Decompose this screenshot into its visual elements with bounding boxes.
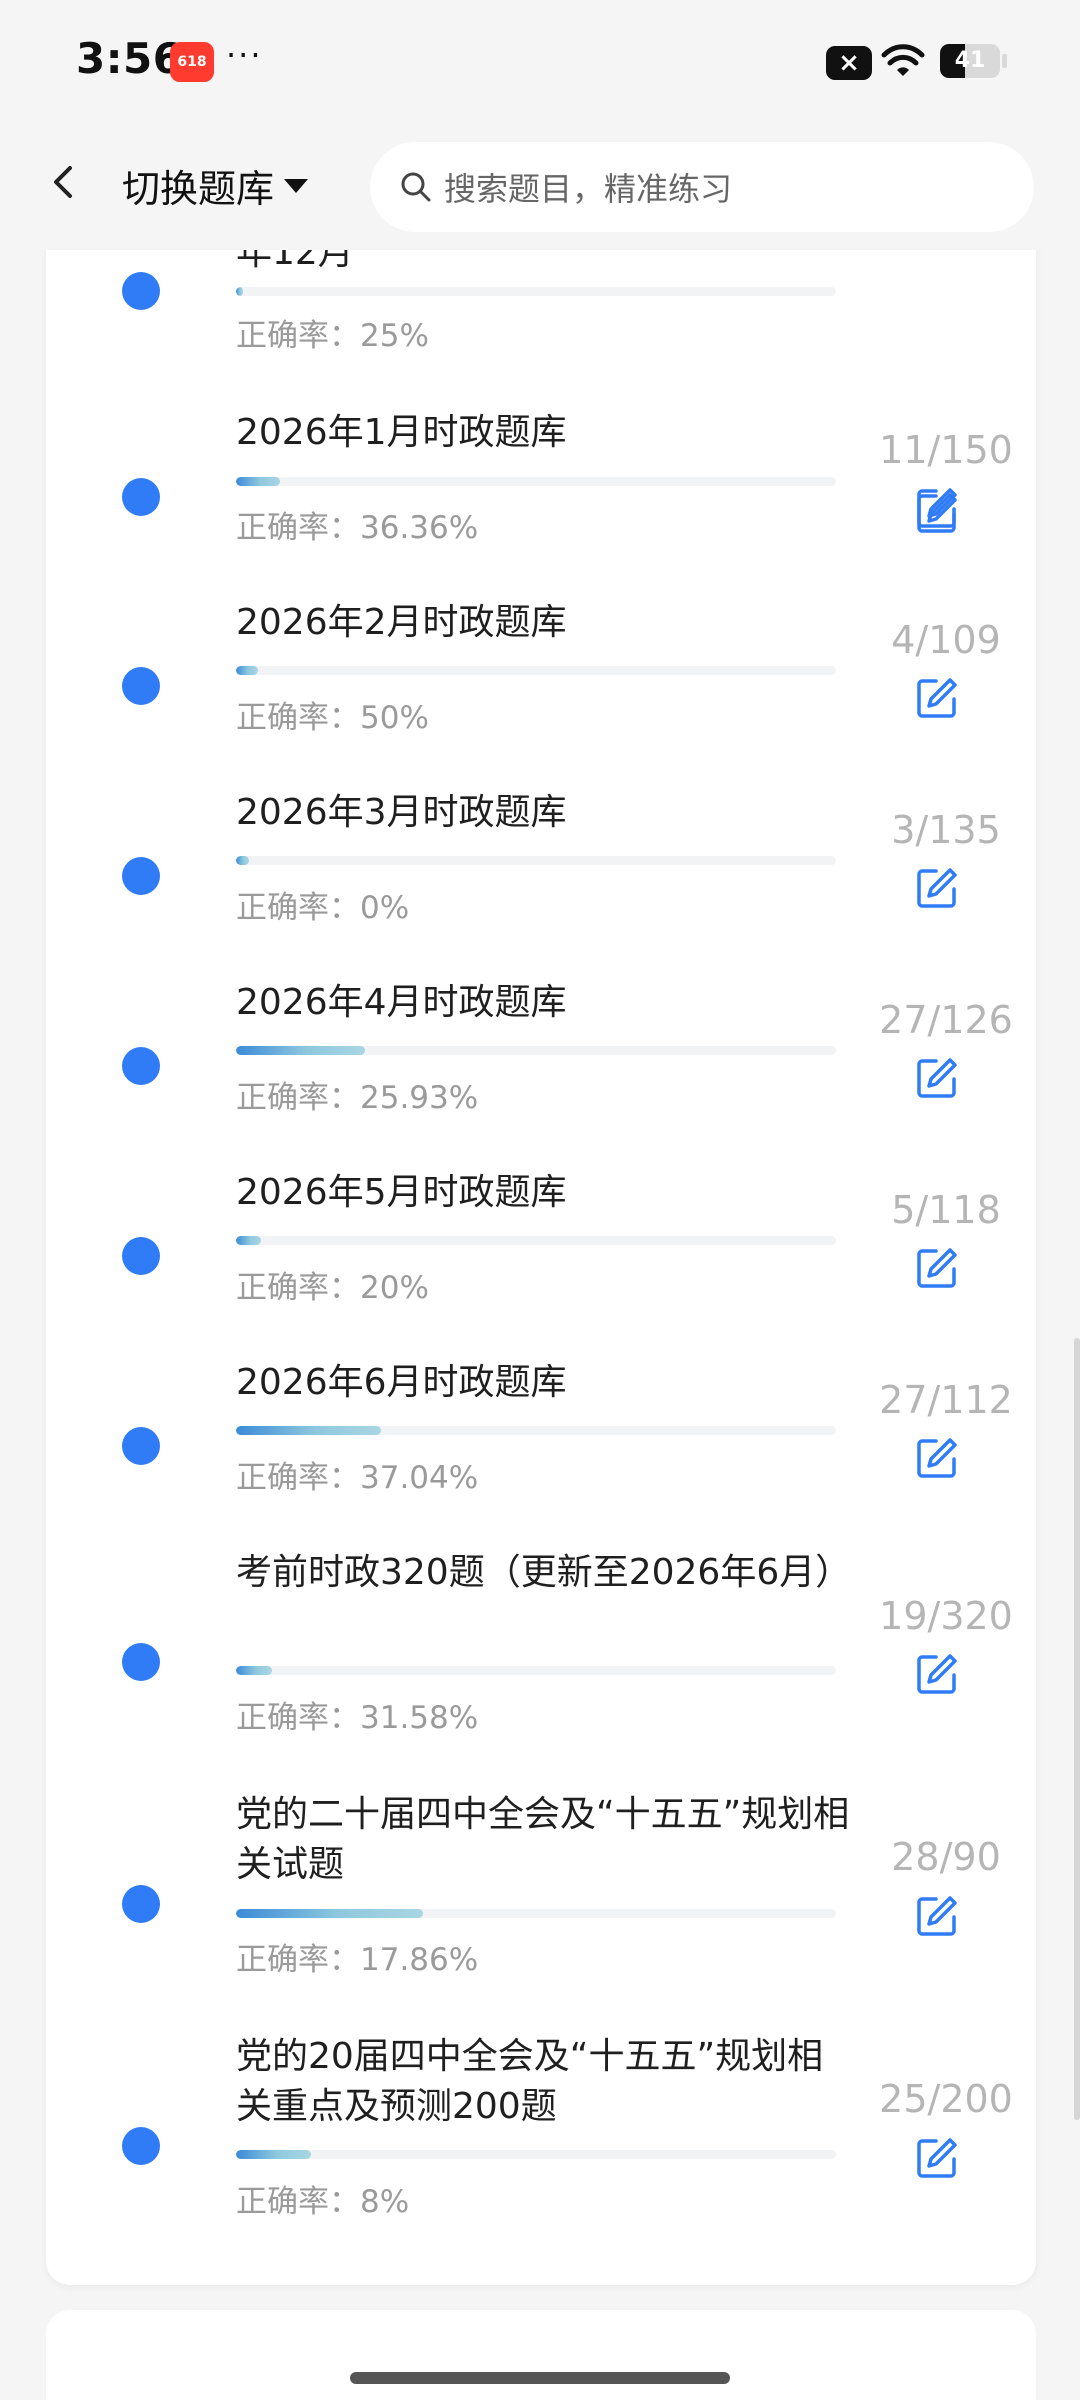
- header: 切换题库 搜索题目，精准练习: [0, 120, 1080, 250]
- status-dot: [122, 667, 160, 705]
- edit-practice-icon[interactable]: [914, 1245, 960, 1291]
- accuracy-text: 正确率：31.58%: [236, 1700, 479, 1736]
- accuracy-text: 正确率：37.04%: [236, 1460, 479, 1496]
- search-input[interactable]: 搜索题目，精准练习: [370, 142, 1034, 232]
- status-dot: [122, 272, 160, 310]
- progress-count: 19/320: [879, 1594, 1013, 1638]
- progress-fill: [236, 856, 250, 865]
- switch-question-bank-button[interactable]: 切换题库: [122, 158, 309, 212]
- progress-bar: [236, 1046, 836, 1055]
- progress-count: 3/135: [891, 808, 1001, 852]
- edit-practice-icon[interactable]: [914, 485, 960, 531]
- search-placeholder: 搜索题目，精准练习: [444, 170, 733, 208]
- status-dot: [122, 1643, 160, 1681]
- progress-fill: [236, 1666, 272, 1675]
- edit-practice-icon[interactable]: [914, 2135, 960, 2181]
- accuracy-text: 正确率：20%: [236, 1270, 429, 1306]
- next-card: [46, 2310, 1036, 2400]
- battery-level: 41: [954, 48, 986, 73]
- progress-count: 4/109: [891, 618, 1001, 662]
- status-dot: [122, 857, 160, 895]
- question-bank-title: 党的20届四中全会及“十五五”规划相关重点及预测200题: [236, 2036, 824, 2127]
- edit-practice-icon[interactable]: [914, 865, 960, 911]
- question-bank-title: 年12月: [236, 250, 354, 273]
- progress-count: 27/126: [879, 998, 1013, 1042]
- edit-practice-icon[interactable]: [914, 1435, 960, 1481]
- accuracy-text: 正确率：50%: [236, 700, 429, 736]
- caret-down-icon: [284, 179, 309, 193]
- search-icon: [401, 172, 431, 202]
- accuracy-text: 正确率：25%: [236, 318, 429, 354]
- status-dot: [122, 2127, 160, 2165]
- status-bar: 3:56 618 ··· × 41: [0, 0, 1080, 120]
- app-notification-icon: 618: [170, 42, 214, 82]
- progress-bar: [236, 477, 836, 486]
- progress-bar: [236, 1426, 836, 1435]
- progress-count: 28/90: [891, 1835, 1001, 1879]
- progress-fill: [236, 1909, 423, 1918]
- scrollbar[interactable]: [1074, 1338, 1080, 2120]
- question-bank-title: 2026年1月时政题库: [236, 412, 567, 453]
- question-bank-title: 2026年6月时政题库: [236, 1362, 567, 1403]
- accuracy-text: 正确率：25.93%: [236, 1080, 479, 1116]
- accuracy-text: 正确率：17.86%: [236, 1942, 479, 1978]
- progress-bar: [236, 666, 836, 675]
- progress-bar: [236, 1909, 836, 1918]
- question-bank-title: 考前时政320题（更新至2026年6月）: [236, 1552, 852, 1593]
- progress-fill: [236, 287, 244, 296]
- progress-fill: [236, 1046, 365, 1055]
- accuracy-text: 正确率：36.36%: [236, 510, 479, 546]
- progress-count: 5/118: [891, 1188, 1001, 1232]
- close-notification-icon: ×: [826, 46, 872, 80]
- progress-fill: [236, 1236, 262, 1245]
- question-bank-title: 2026年3月时政题库: [236, 792, 567, 833]
- accuracy-text: 正确率：0%: [236, 890, 410, 926]
- progress-fill: [236, 666, 259, 675]
- home-indicator[interactable]: [350, 2372, 730, 2384]
- progress-fill: [236, 2150, 311, 2159]
- progress-count: 27/112: [879, 1378, 1013, 1422]
- edit-practice-icon[interactable]: [914, 1893, 960, 1939]
- back-arrow-icon[interactable]: [44, 162, 84, 202]
- status-dot: [122, 1885, 160, 1923]
- progress-bar: [236, 2150, 836, 2159]
- edit-practice-icon[interactable]: [914, 1651, 960, 1697]
- progress-bar: [236, 1666, 836, 1675]
- battery-icon: 41: [940, 44, 1000, 78]
- status-dot: [122, 1427, 160, 1465]
- wifi-icon: [881, 44, 925, 76]
- progress-bar: [236, 1236, 836, 1245]
- question-bank-title: 2026年5月时政题库: [236, 1172, 567, 1213]
- question-bank-title: 2026年2月时政题库: [236, 602, 567, 643]
- battery-tip: [1002, 54, 1007, 68]
- progress-fill: [236, 1426, 381, 1435]
- status-dot: [122, 1237, 160, 1275]
- question-bank-list[interactable]: 年12月正确率：25% 2026年1月时政题库正确率：36.36% 11/150 20…: [0, 250, 1080, 2400]
- status-dot: [122, 1047, 160, 1085]
- progress-count: 11/150: [879, 428, 1013, 472]
- progress-count: 25/200: [879, 2077, 1013, 2121]
- more-notifications-icon: ···: [226, 36, 263, 74]
- edit-practice-icon[interactable]: [914, 675, 960, 721]
- progress-bar: [236, 287, 836, 296]
- progress-fill: [236, 477, 280, 486]
- question-bank-title: 党的二十届四中全会及“十五五”规划相关试题: [236, 1794, 850, 1885]
- switch-question-bank-label: 切换题库: [122, 166, 275, 211]
- progress-bar: [236, 856, 836, 865]
- accuracy-text: 正确率：8%: [236, 2184, 410, 2220]
- edit-practice-icon[interactable]: [914, 1055, 960, 1101]
- question-bank-card: 年12月正确率：25% 2026年1月时政题库正确率：36.36% 11/150 20…: [46, 250, 1036, 2285]
- question-bank-title: 2026年4月时政题库: [236, 982, 567, 1023]
- status-dot: [122, 478, 160, 516]
- status-time: 3:56: [76, 34, 183, 83]
